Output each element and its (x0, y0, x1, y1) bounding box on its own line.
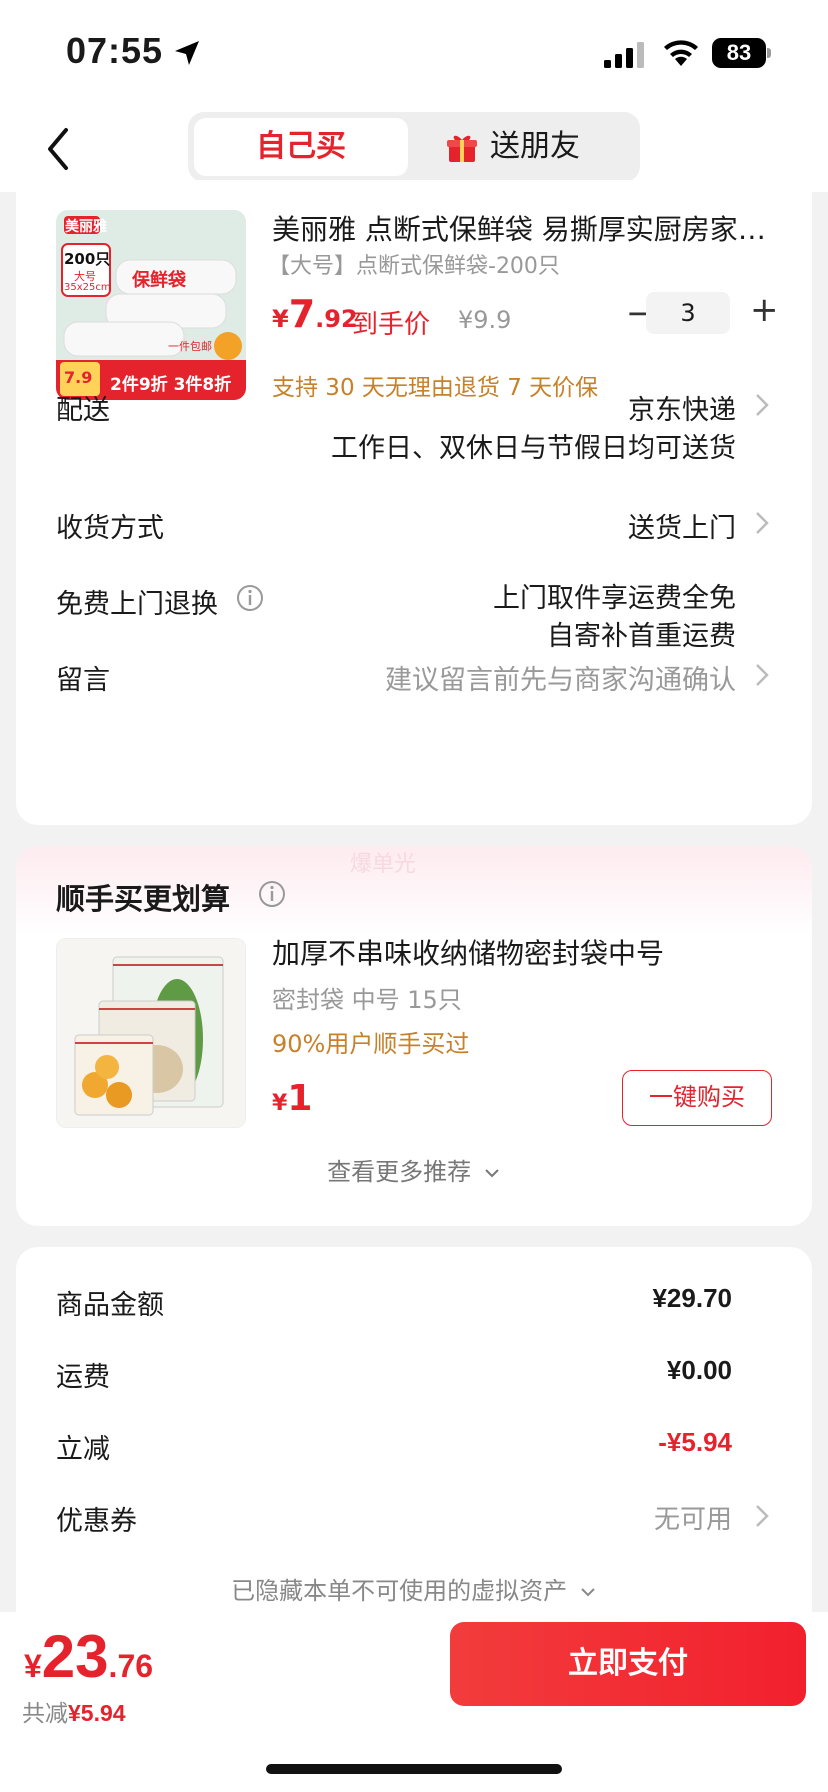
home-indicator (266, 1764, 562, 1774)
instant-discount-label: 立减 (56, 1434, 110, 1465)
recommendation-title: 顺手买更划算 (56, 882, 231, 916)
recommended-item-spec: 密封袋 中号 15只 (272, 986, 462, 1014)
recommended-price-integer: 1 (287, 1078, 313, 1119)
tab-send-to-friend-label: 送朋友 (490, 129, 580, 164)
goods-amount-label: 商品金额 (56, 1290, 164, 1321)
wifi-icon (664, 40, 698, 66)
chevron-down-icon (485, 1169, 499, 1178)
product-price: ¥7.92 (272, 292, 358, 336)
one-click-buy-button[interactable]: 一键购买 (622, 1070, 772, 1126)
original-price: ¥9.9 (458, 306, 512, 334)
battery-cap (767, 48, 771, 58)
tab-buy-for-self[interactable]: 自己买 (194, 118, 408, 176)
recommendation-card: 爆单光 顺手买更划算 加厚不串味收纳储物密封袋中号 密封袋 中号 15只 90%… (16, 846, 812, 1226)
thumb-count: 200只 (64, 250, 111, 268)
status-bar: 07:55 83 (0, 0, 828, 108)
thumb-size: 35x25cm (64, 282, 111, 293)
total-savings-prefix: 共减 (22, 1701, 68, 1727)
total-price: ¥23.76 (24, 1622, 153, 1691)
coupon-label: 优惠券 (56, 1506, 137, 1537)
receive-method-value[interactable]: 送货上门 (628, 506, 736, 545)
thumb-promo-price: 7.9 (64, 368, 93, 387)
recommended-item-image (57, 939, 245, 1127)
view-more-recommendations[interactable]: 查看更多推荐 (16, 1152, 812, 1187)
shipping-fee-label: 运费 (56, 1362, 110, 1393)
free-return-sub: 自寄补首重运费 (547, 621, 736, 652)
hidden-assets-toggle[interactable]: 已隐藏本单不可使用的虚拟资产 (16, 1571, 812, 1606)
price-summary-card: 商品金额 ¥29.70 运费 ¥0.00 立减 -¥5.94 优惠券 无可用 已… (16, 1247, 812, 1667)
checkout-bar: ¥23.76 共减¥5.94 立即支付 (0, 1612, 828, 1792)
total-price-decimal: .76 (108, 1648, 154, 1684)
thumb-brand: 美丽雅 (65, 219, 107, 235)
location-arrow-icon (175, 41, 199, 65)
cellular-signal-icon (604, 42, 644, 68)
delivery-value[interactable]: 京东快递 (628, 388, 736, 427)
product-price-integer: 7 (288, 292, 316, 336)
battery-indicator: 83 (712, 38, 771, 68)
chevron-right-icon[interactable] (754, 510, 770, 536)
thumb-ship: 一件包邮 (168, 340, 212, 353)
chevron-right-icon[interactable] (754, 662, 770, 688)
watermark-text: 爆单光 (350, 852, 417, 877)
instant-discount-value: -¥5.94 (658, 1427, 732, 1457)
recommended-item-name[interactable]: 加厚不串味收纳储物密封袋中号 (272, 932, 664, 972)
chevron-down-icon (581, 1588, 595, 1597)
delivery-label: 配送 (56, 395, 110, 426)
coupon-value[interactable]: 无可用 (654, 1499, 732, 1536)
goods-amount-value: ¥29.70 (652, 1283, 732, 1313)
hidden-assets-label: 已隐藏本单不可使用的虚拟资产 (231, 1577, 568, 1605)
recommended-price-currency: ¥ (272, 1091, 288, 1116)
free-return-value: 上门取件享运费全免 (493, 583, 736, 614)
purchase-mode-tabs: 自己买 送朋友 (188, 112, 640, 182)
quantity-increase-button[interactable]: + (750, 290, 779, 330)
quantity-input[interactable]: 3 (646, 292, 730, 334)
shipping-fee-value: ¥0.00 (666, 1355, 732, 1385)
free-return-label: 免费上门退换 (56, 589, 218, 620)
product-spec: 【大号】点断式保鲜袋-200只 (268, 254, 560, 279)
delivery-schedule: 工作日、双休日与节假日均可送货 (331, 433, 736, 464)
total-price-currency: ¥ (24, 1648, 42, 1684)
chevron-right-icon[interactable] (754, 392, 770, 418)
pay-now-button[interactable]: 立即支付 (450, 1622, 806, 1706)
info-icon[interactable] (258, 880, 286, 908)
thumb-promo: 2件9折 3件8折 (110, 375, 232, 395)
order-item-card: 美丽雅 200只 大号 35x25cm 保鲜袋 一件包邮 7.9 2件9折 3件… (16, 180, 812, 825)
view-more-label: 查看更多推荐 (327, 1158, 472, 1186)
gift-icon (447, 135, 477, 162)
back-chevron-icon[interactable] (40, 124, 76, 174)
product-thumbnail[interactable]: 美丽雅 200只 大号 35x25cm 保鲜袋 一件包邮 7.9 2件9折 3件… (56, 210, 246, 400)
service-guarantee: 支持 30 天无理由退货 7 天价保 (272, 375, 599, 401)
info-icon[interactable] (236, 584, 264, 612)
note-label: 留言 (56, 665, 110, 696)
product-price-currency: ¥ (272, 305, 289, 333)
total-savings: 共减¥5.94 (22, 1694, 126, 1728)
product-title[interactable]: 美丽雅 点断式保鲜袋 易撕厚实厨房家用食品袋 (272, 208, 782, 248)
tab-send-to-friend[interactable]: 送朋友 (414, 118, 634, 176)
note-input[interactable]: 建议留言前先与商家沟通确认 (385, 658, 736, 697)
recommended-item-popularity: 90%用户顺手买过 (272, 1030, 470, 1058)
total-price-integer: 23 (41, 1623, 109, 1690)
status-time: 07:55 (66, 30, 164, 71)
total-savings-amount: ¥5.94 (68, 1700, 126, 1726)
recommended-item-price: ¥1 (272, 1078, 312, 1119)
final-price-tag: 到手价 (352, 310, 431, 340)
thumb-name: 保鲜袋 (132, 270, 186, 291)
receive-method-label: 收货方式 (56, 513, 164, 544)
battery-level: 83 (712, 38, 766, 68)
recommended-item-thumbnail[interactable] (56, 938, 246, 1128)
chevron-right-icon[interactable] (754, 1503, 770, 1529)
